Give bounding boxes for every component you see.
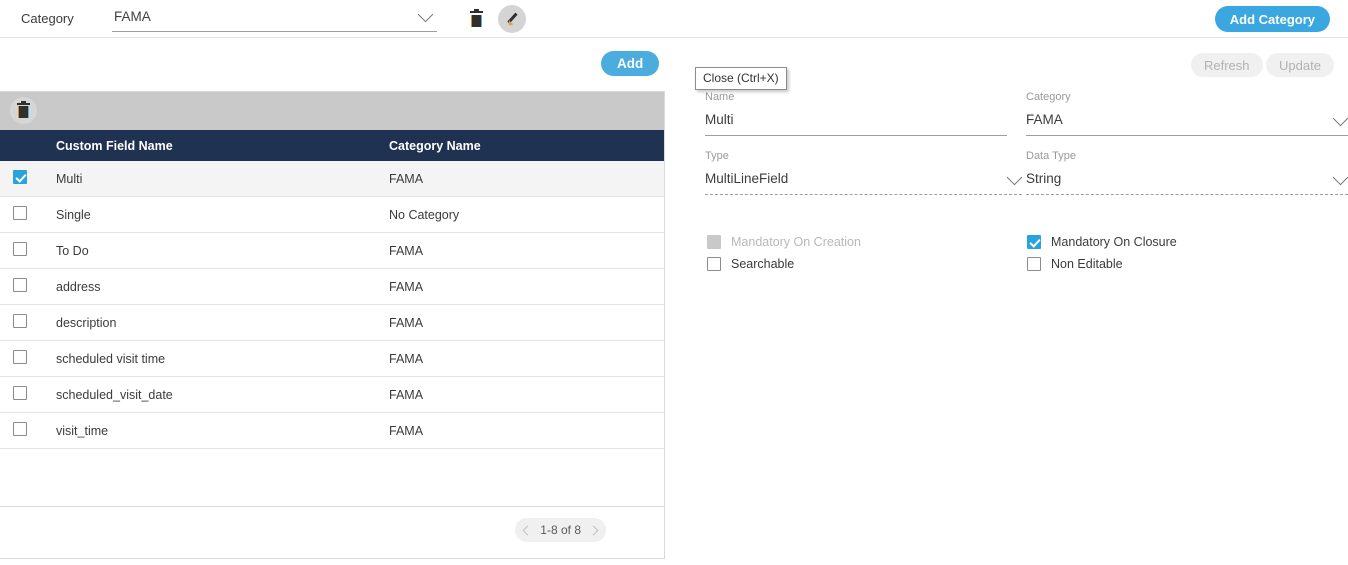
cell-custom-field-name: scheduled_visit_date <box>56 387 173 402</box>
chevron-down-icon <box>417 6 434 23</box>
cell-category-name: FAMA <box>389 387 424 402</box>
custom-fields-page: Category FAMA Add Category Add Refresh U… <box>0 0 1348 565</box>
grid-empty-space <box>0 449 664 506</box>
edit-category-button[interactable] <box>498 5 526 33</box>
name-field-label: Name <box>705 91 735 103</box>
custom-fields-grid: Custom Field Name Category Name Multi FAM… <box>0 91 665 559</box>
top-toolbar: Category FAMA Add Category <box>0 0 1348 38</box>
mandatory-on-creation-label: Mandatory On Creation <box>731 235 861 249</box>
chevron-left-icon[interactable] <box>522 525 533 535</box>
row-select-checkbox[interactable] <box>0 278 56 295</box>
row-select-checkbox[interactable] <box>0 206 56 223</box>
pencil-icon <box>504 11 520 28</box>
grid-header-custom-field-name: Custom Field Name <box>56 138 173 153</box>
pagination[interactable]: 1-8 of 8 <box>515 518 606 542</box>
cell-category-name: FAMA <box>389 243 424 258</box>
chevron-down-icon <box>1006 169 1023 186</box>
category-filter-select[interactable]: FAMA <box>112 6 437 32</box>
cell-custom-field-name: visit_time <box>56 423 109 438</box>
table-row[interactable]: To Do FAMA <box>0 233 664 269</box>
trash-icon <box>17 100 30 119</box>
mandatory-on-creation-checkbox: Mandatory On Creation <box>707 231 861 253</box>
checkbox-box[interactable] <box>1027 257 1041 271</box>
type-field[interactable]: Type MultiLineField <box>705 150 1023 195</box>
grid-toolbar <box>0 92 664 130</box>
table-row[interactable]: scheduled visit time FAMA <box>0 341 664 377</box>
chevron-down-icon <box>1332 110 1348 127</box>
checkbox-box[interactable] <box>13 350 27 364</box>
checkbox-box[interactable] <box>707 257 721 271</box>
cell-category-name: FAMA <box>389 171 424 186</box>
checkbox-box[interactable] <box>13 170 27 184</box>
checkbox-box[interactable] <box>13 242 27 256</box>
category-field-label: Category <box>1026 91 1071 103</box>
non-editable-checkbox[interactable]: Non Editable <box>1027 253 1177 275</box>
add-button[interactable]: Add <box>601 51 660 76</box>
data-type-field[interactable]: Data Type String <box>1026 150 1348 195</box>
row-select-checkbox[interactable] <box>0 386 56 403</box>
mandatory-on-closure-checkbox[interactable]: Mandatory On Closure <box>1027 231 1177 253</box>
pagination-label: 1-8 of 8 <box>540 523 581 537</box>
type-field-value: MultiLineField <box>705 171 789 186</box>
category-field[interactable]: Category FAMA <box>1026 91 1348 136</box>
cell-category-name: No Category <box>389 207 460 222</box>
table-row[interactable]: visit_time FAMA <box>0 413 664 449</box>
cell-custom-field-name: Multi <box>56 171 83 186</box>
chevron-right-icon[interactable] <box>588 525 599 535</box>
cell-custom-field-name: description <box>56 315 117 330</box>
checkbox-box[interactable] <box>13 278 27 292</box>
right-checkbox-group: Mandatory On Closure Non Editable <box>1027 231 1177 275</box>
grid-header-category-name: Category Name <box>389 138 481 153</box>
add-category-button[interactable]: Add Category <box>1214 6 1330 32</box>
checkbox-box <box>707 235 721 249</box>
row-select-checkbox[interactable] <box>0 170 56 187</box>
table-row[interactable]: Single No Category <box>0 197 664 233</box>
row-select-checkbox[interactable] <box>0 314 56 331</box>
data-type-field-label: Data Type <box>1026 150 1076 162</box>
close-tooltip: Close (Ctrl+X) <box>695 67 787 90</box>
name-field-value: Multi <box>705 112 734 127</box>
searchable-label: Searchable <box>731 257 795 271</box>
cell-custom-field-name: scheduled visit time <box>56 351 166 366</box>
checkbox-box[interactable] <box>13 386 27 400</box>
table-row[interactable]: description FAMA <box>0 305 664 341</box>
table-row[interactable]: Multi FAMA <box>0 161 664 197</box>
grid-body: Multi FAMA Single No Category To Do FAMA addre… <box>0 161 664 449</box>
field-detail-panel: Close (Ctrl+X) Name Multi Category FAMA … <box>690 39 1348 565</box>
cell-category-name: FAMA <box>389 315 424 330</box>
category-filter-label: Category <box>21 11 74 26</box>
cell-category-name: FAMA <box>389 279 424 294</box>
chevron-down-icon <box>1332 169 1348 186</box>
checkbox-box[interactable] <box>13 422 27 436</box>
category-filter-value: FAMA <box>114 9 151 24</box>
non-editable-label: Non Editable <box>1051 257 1123 271</box>
table-row[interactable]: address FAMA <box>0 269 664 305</box>
mandatory-on-closure-label: Mandatory On Closure <box>1051 235 1177 249</box>
type-field-label: Type <box>705 150 729 162</box>
cell-category-name: FAMA <box>389 423 424 438</box>
searchable-checkbox[interactable]: Searchable <box>707 253 861 275</box>
trash-icon <box>469 9 483 27</box>
grid-header-row: Custom Field Name Category Name <box>0 130 664 161</box>
cell-category-name: FAMA <box>389 351 424 366</box>
checkbox-box[interactable] <box>13 314 27 328</box>
cell-custom-field-name: To Do <box>56 243 89 258</box>
checkbox-box[interactable] <box>13 206 27 220</box>
row-select-checkbox[interactable] <box>0 350 56 367</box>
data-type-field-value: String <box>1026 171 1062 186</box>
table-row[interactable]: scheduled_visit_date FAMA <box>0 377 664 413</box>
delete-category-button[interactable] <box>462 5 490 33</box>
cell-custom-field-name: address <box>56 279 101 294</box>
category-field-value: FAMA <box>1026 112 1063 127</box>
name-field[interactable]: Name Multi <box>705 91 1007 136</box>
row-select-checkbox[interactable] <box>0 422 56 439</box>
checkbox-box[interactable] <box>1027 235 1041 249</box>
left-checkbox-group: Mandatory On Creation Searchable <box>707 231 861 275</box>
row-select-checkbox[interactable] <box>0 242 56 259</box>
cell-custom-field-name: Single <box>56 207 91 222</box>
grid-footer: 1-8 of 8 <box>0 506 664 553</box>
grid-delete-button[interactable] <box>10 97 37 124</box>
